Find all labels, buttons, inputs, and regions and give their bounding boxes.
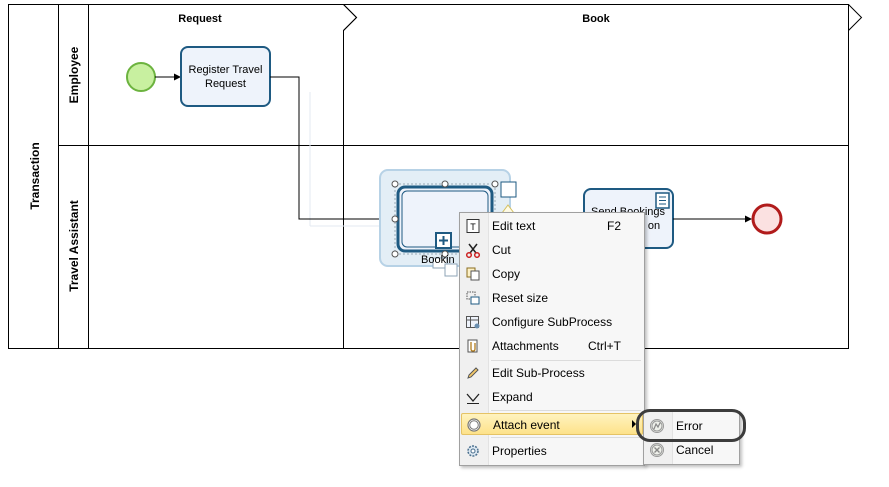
quick-add-task-handle[interactable] (500, 181, 517, 198)
attach-event-icon (467, 418, 481, 432)
menu-item-attach-event[interactable]: Attach event (461, 413, 643, 435)
menu-separator (491, 437, 641, 438)
submenu-item-cancel[interactable]: Cancel (645, 439, 738, 461)
menu-label: Configure SubProcess (492, 315, 613, 329)
menu-item-attachments[interactable]: Attachments Ctrl+T (461, 335, 643, 357)
scissors-icon (465, 243, 481, 258)
reset-size-icon (466, 291, 480, 305)
cancel-event-icon (650, 443, 664, 457)
menu-label: Attach event (493, 418, 560, 432)
task-label-line-2: Request (205, 78, 246, 90)
menu-item-cut[interactable]: Cut (461, 239, 643, 261)
menu-item-properties[interactable]: Properties (461, 440, 643, 462)
svg-text:T: T (470, 222, 476, 232)
end-event[interactable] (751, 203, 783, 235)
menu-item-configure-subprocess[interactable]: Configure SubProcess (461, 311, 643, 333)
edit-text-icon: T (466, 219, 480, 233)
menu-label: Edit text (492, 219, 536, 233)
subprocess-label-partial: Bookin (421, 254, 455, 266)
task-label-line-1: Register Travel (189, 64, 263, 76)
menu-label: Attachments (492, 339, 559, 353)
resize-handle[interactable] (441, 180, 449, 188)
lane-label-travel-assistant: Travel Assistant (67, 200, 81, 292)
start-event[interactable] (126, 62, 156, 92)
bpmn-diagram: Request Book Transaction Employee Travel… (8, 4, 863, 349)
menu-label: Cut (492, 243, 511, 257)
configure-subprocess-icon (466, 316, 480, 329)
menu-item-reset-size[interactable]: Reset size (461, 287, 643, 309)
resize-handle[interactable] (391, 250, 399, 258)
phase-label-request: Request (178, 13, 222, 25)
send-bookings-label-line-2: on (648, 220, 660, 232)
menu-separator (491, 410, 641, 411)
pool-label: Transaction (28, 142, 42, 209)
lane-label-employee: Employee (67, 46, 81, 103)
menu-item-expand[interactable]: Expand (461, 386, 643, 408)
register-travel-request-task[interactable] (180, 46, 271, 107)
menu-label: Properties (492, 444, 547, 458)
menu-label: Edit Sub-Process (492, 366, 585, 380)
menu-separator (491, 360, 641, 361)
menu-shortcut: Ctrl+T (588, 339, 621, 353)
resize-handle[interactable] (491, 180, 499, 188)
menu-label: Expand (492, 390, 533, 404)
attachments-icon (467, 339, 478, 353)
phase-label-book: Book (582, 13, 610, 25)
menu-shortcut: F2 (606, 219, 621, 233)
menu-item-edit-text[interactable]: T Edit text F2 (461, 215, 643, 237)
context-menu: T Edit text F2 Cut Copy Reset size Confi… (459, 212, 645, 466)
pencil-icon (467, 367, 479, 379)
error-highlight-ring (636, 409, 746, 442)
copy-icon (466, 267, 480, 281)
expand-icon (466, 393, 480, 404)
menu-item-edit-sub-process[interactable]: Edit Sub-Process (461, 362, 643, 384)
resize-handle[interactable] (391, 180, 399, 188)
menu-label: Copy (492, 267, 521, 281)
resize-handle[interactable] (391, 215, 399, 223)
properties-icon (467, 445, 479, 457)
submenu-label: Cancel (676, 443, 714, 457)
menu-item-copy[interactable]: Copy (461, 263, 643, 285)
menu-label: Reset size (492, 291, 549, 305)
